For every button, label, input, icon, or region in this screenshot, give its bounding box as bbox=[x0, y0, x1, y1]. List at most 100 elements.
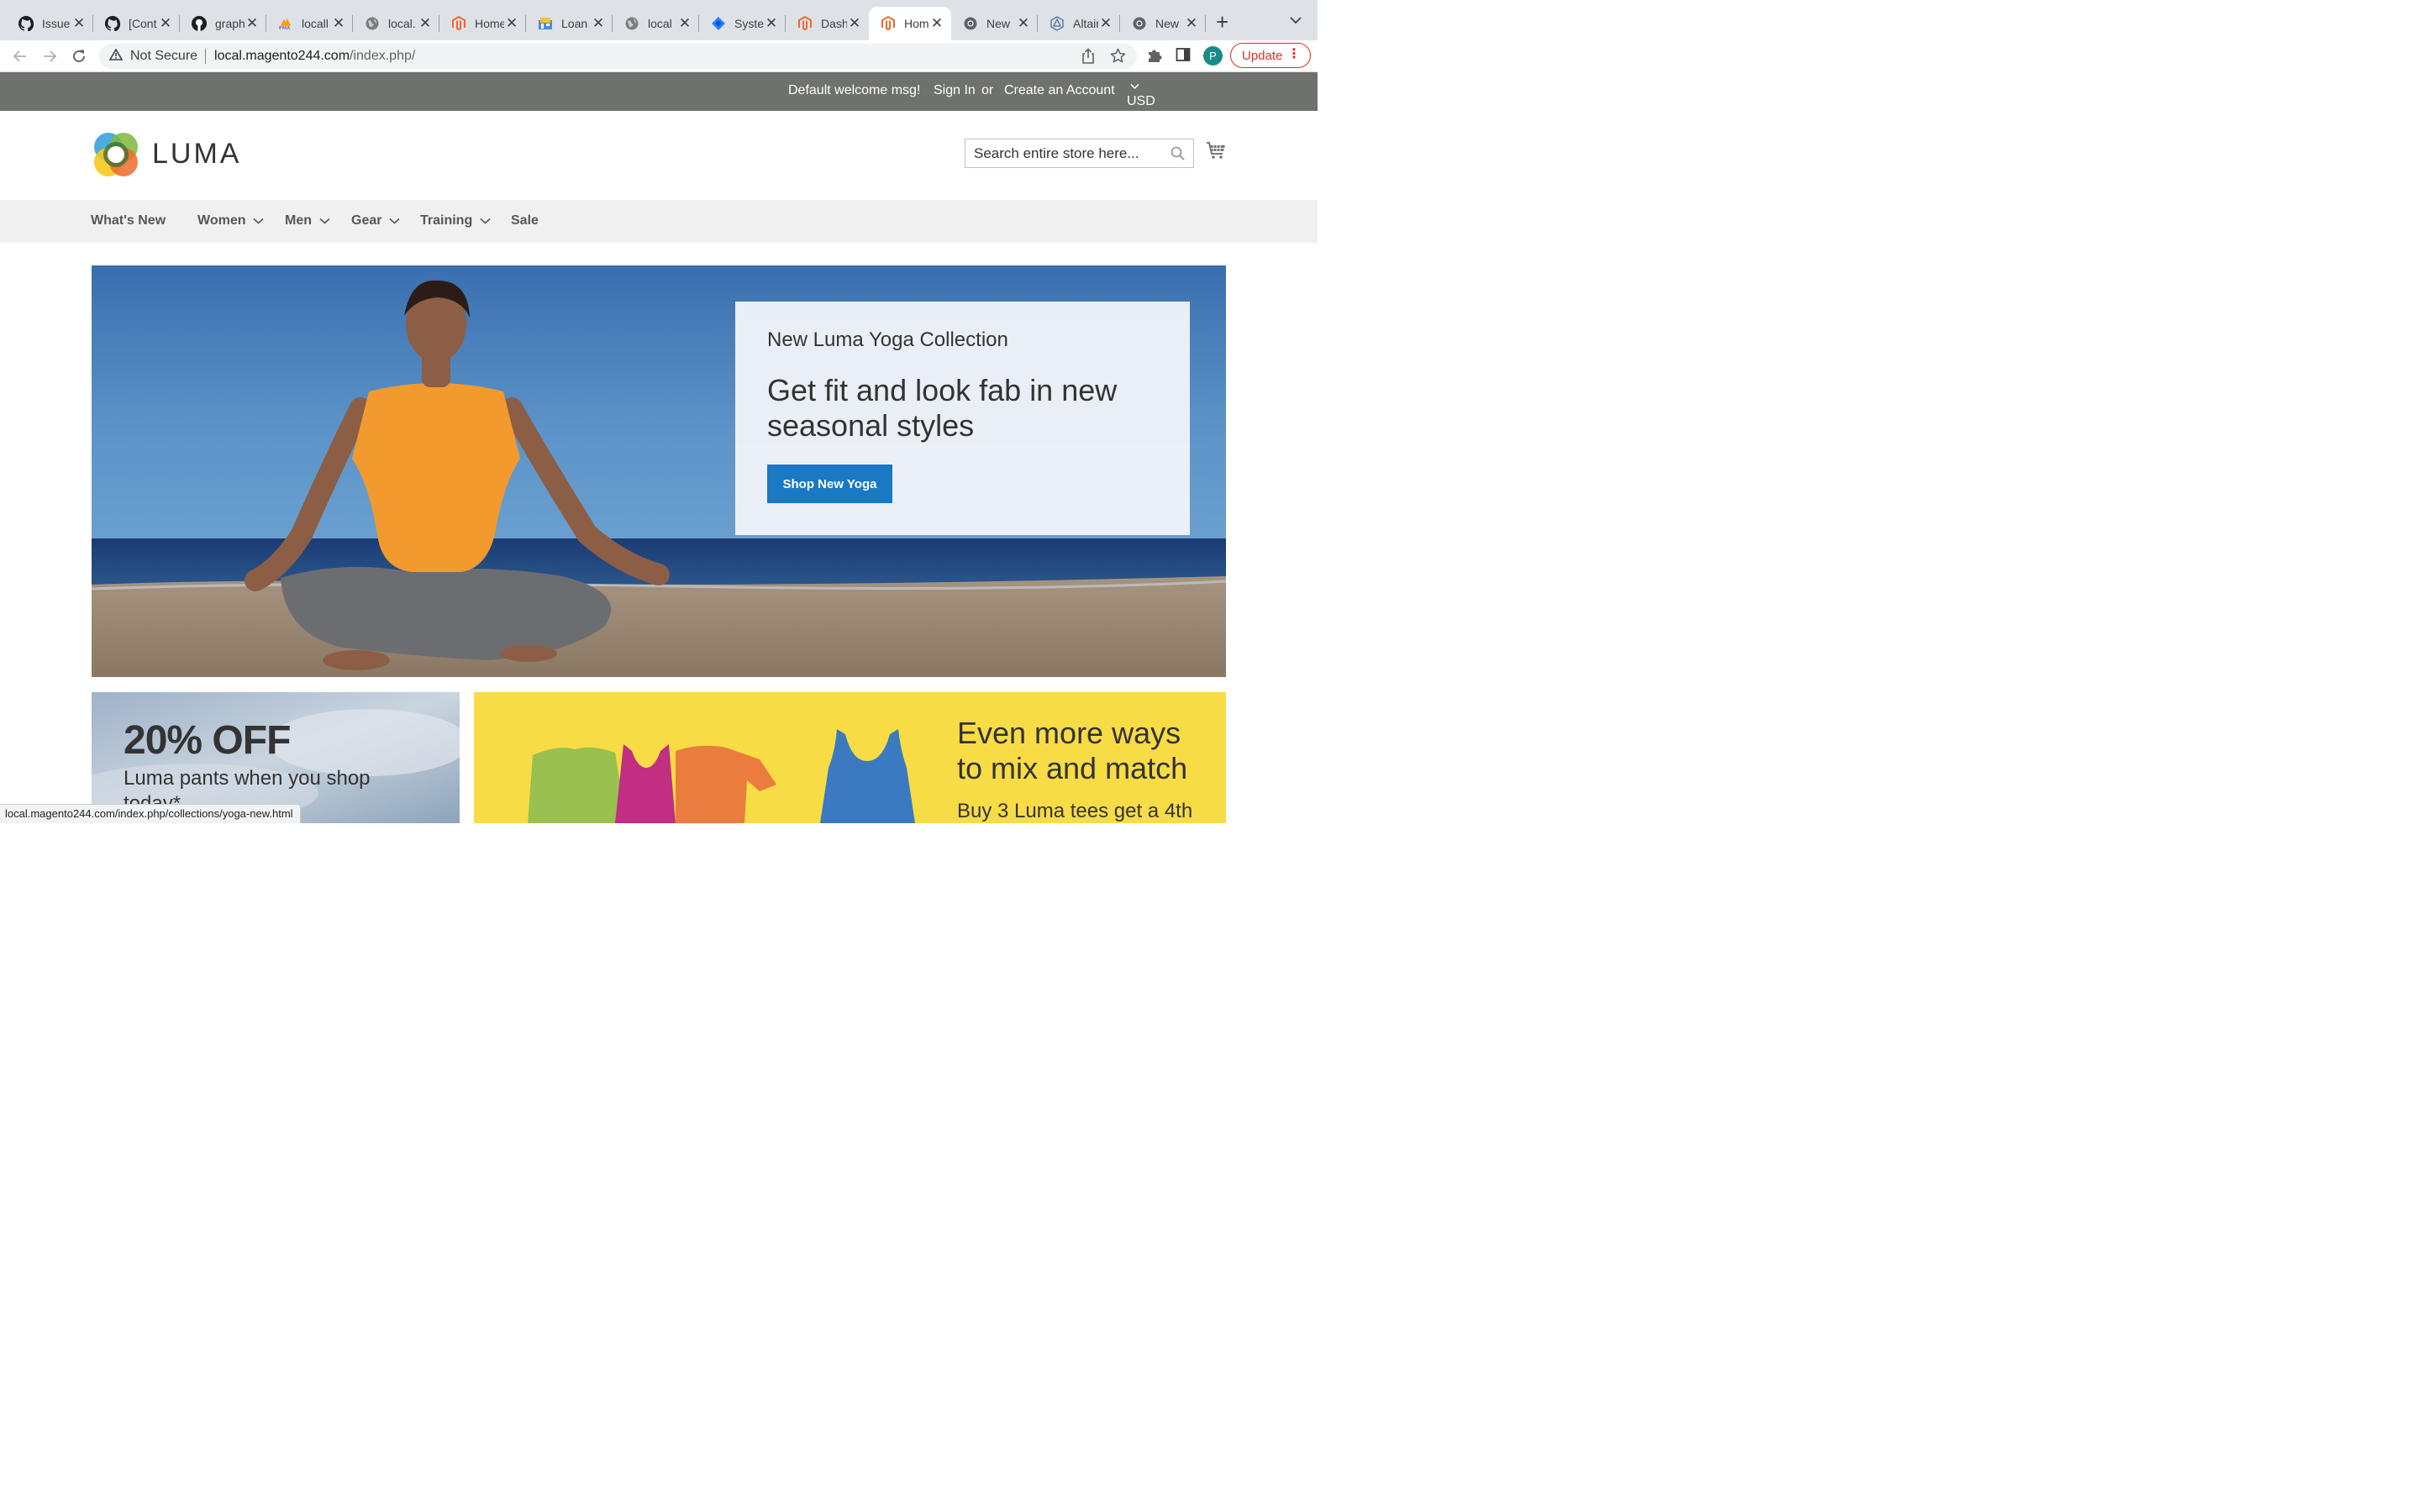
tab-title: Loan bbox=[561, 17, 588, 30]
side-panel-icon[interactable] bbox=[1176, 47, 1191, 66]
nav-item-gear[interactable]: Gear bbox=[351, 213, 401, 228]
create-account-link[interactable]: Create an Account bbox=[1004, 83, 1115, 98]
browser-tab[interactable]: Issue ✕ bbox=[7, 7, 93, 40]
chevron-down-icon bbox=[319, 218, 330, 224]
chevron-down-icon bbox=[480, 218, 491, 224]
tab-title: local. bbox=[388, 17, 416, 30]
tab-title: local bbox=[648, 17, 672, 30]
hero-subtitle: New Luma Yoga Collection bbox=[767, 328, 1008, 351]
tab-title: Dash bbox=[821, 17, 847, 30]
browser-tab[interactable]: Loan ✕ bbox=[526, 7, 613, 40]
or-text: or bbox=[981, 83, 994, 97]
browser-tab[interactable]: New ✕ bbox=[1120, 7, 1206, 40]
tab-title: New bbox=[986, 17, 1011, 30]
browser-tab[interactable]: New ✕ bbox=[951, 7, 1038, 40]
browser-tab[interactable]: Syste ✕ bbox=[699, 7, 786, 40]
browser-tab[interactable]: local ✕ bbox=[613, 7, 699, 40]
share-icon[interactable] bbox=[1081, 48, 1096, 69]
magento-icon bbox=[451, 16, 466, 31]
hero-banner[interactable]: New Luma Yoga Collection Get fit and loo… bbox=[92, 265, 1226, 677]
nav-label: Women bbox=[197, 213, 246, 228]
close-tab-icon[interactable]: ✕ bbox=[418, 15, 433, 32]
kebab-menu-icon[interactable]: ⋮ bbox=[1287, 48, 1301, 61]
store-top-panel: Default welcome msg! Sign In or Create a… bbox=[0, 72, 1318, 139]
luma-logo-text[interactable]: LUMA bbox=[152, 138, 241, 171]
nav-item-women[interactable]: Women bbox=[197, 213, 265, 228]
reload-icon[interactable] bbox=[68, 45, 90, 67]
browser-tab[interactable]: Dash ✕ bbox=[786, 7, 869, 40]
close-tab-icon[interactable]: ✕ bbox=[929, 15, 944, 32]
hero-promo-card: New Luma Yoga Collection Get fit and loo… bbox=[735, 302, 1190, 535]
browser-toolbar: Not Secure local.magento244.com/index.ph… bbox=[0, 40, 1318, 72]
back-arrow-icon[interactable] bbox=[9, 45, 31, 67]
browser-tab[interactable]: local. ✕ bbox=[353, 7, 439, 40]
chevron-down-icon bbox=[1130, 83, 1139, 90]
nav-item-sale[interactable]: Sale bbox=[511, 213, 539, 228]
currency-switcher[interactable]: USD - US Dollar bbox=[1127, 83, 1162, 139]
update-button[interactable]: Update ⋮ bbox=[1230, 43, 1311, 68]
tees-promo-title: Even more ways to mix and match bbox=[957, 716, 1188, 785]
store-header: LUMA bbox=[0, 111, 1318, 200]
url-path: /index.php/ bbox=[350, 49, 416, 63]
search-input[interactable] bbox=[965, 139, 1163, 167]
close-tab-icon[interactable]: ✕ bbox=[245, 15, 260, 32]
tab-title: [Cont bbox=[129, 17, 157, 30]
close-tab-icon[interactable]: ✕ bbox=[591, 15, 606, 32]
browser-tab-active[interactable]: Home ✕ bbox=[869, 7, 951, 40]
browser-tab[interactable]: PMA locall ✕ bbox=[266, 7, 353, 40]
chrome-icon bbox=[963, 16, 978, 31]
warning-triangle-icon[interactable] bbox=[108, 47, 124, 65]
nav-label: Gear bbox=[351, 213, 382, 228]
nav-item-men[interactable]: Men bbox=[285, 213, 330, 228]
search-icon[interactable] bbox=[1171, 146, 1185, 165]
browser-tab[interactable]: Home ✕ bbox=[439, 7, 526, 40]
chrome-icon bbox=[1132, 16, 1147, 31]
tab-title: locall bbox=[302, 17, 329, 30]
browser-tab-strip: Issue ✕ [Cont ✕ graph ✕ PMA locall ✕ loc… bbox=[0, 0, 1318, 40]
close-tab-icon[interactable]: ✕ bbox=[677, 15, 692, 32]
close-tab-icon[interactable]: ✕ bbox=[764, 15, 779, 32]
tab-title: graph bbox=[215, 17, 245, 30]
extensions-puzzle-icon[interactable] bbox=[1146, 47, 1163, 68]
close-tab-icon[interactable]: ✕ bbox=[158, 15, 173, 32]
nav-label: Training bbox=[420, 213, 473, 228]
profile-avatar[interactable]: P bbox=[1203, 46, 1223, 66]
close-tab-icon[interactable]: ✕ bbox=[847, 15, 862, 32]
close-tab-icon[interactable]: ✕ bbox=[1098, 15, 1113, 32]
hero-headline: Get fit and look fab in new seasonal sty… bbox=[767, 373, 1118, 443]
magento-icon bbox=[881, 16, 896, 31]
security-label[interactable]: Not Secure bbox=[130, 49, 197, 64]
tees-promo-text: Buy 3 Luma tees get a 4th bbox=[957, 800, 1193, 822]
address-bar[interactable]: Not Secure local.magento244.com/index.ph… bbox=[99, 44, 1137, 69]
tab-title: Issue bbox=[42, 17, 71, 30]
browser-tab[interactable]: graph ✕ bbox=[180, 7, 266, 40]
diamond-icon bbox=[711, 16, 726, 31]
forward-arrow-icon[interactable] bbox=[39, 45, 60, 67]
shop-new-yoga-button[interactable]: Shop New Yoga bbox=[767, 465, 892, 503]
close-tab-icon[interactable]: ✕ bbox=[331, 15, 346, 32]
browser-tab[interactable]: Altair ✕ bbox=[1038, 7, 1120, 40]
luma-logo-icon[interactable] bbox=[91, 129, 141, 180]
tab-title: Altair bbox=[1073, 17, 1098, 30]
pants-promo-title: 20% OFF bbox=[124, 718, 291, 763]
tab-search-chevron-icon[interactable] bbox=[1290, 13, 1302, 29]
loan-icon bbox=[538, 16, 553, 31]
welcome-message: Default welcome msg! bbox=[788, 83, 921, 97]
github-icon bbox=[105, 16, 120, 31]
sign-in-link[interactable]: Sign In bbox=[934, 83, 976, 98]
close-tab-icon[interactable]: ✕ bbox=[504, 15, 519, 32]
tab-title: New bbox=[1155, 17, 1180, 30]
new-tab-icon[interactable]: + bbox=[1216, 11, 1228, 33]
tees-promo-block[interactable]: Even more ways to mix and match Buy 3 Lu… bbox=[474, 692, 1226, 823]
github-icon bbox=[192, 16, 207, 31]
bookmark-star-icon[interactable] bbox=[1110, 48, 1126, 68]
close-tab-icon[interactable]: ✕ bbox=[1016, 15, 1031, 32]
close-tab-icon[interactable]: ✕ bbox=[1184, 15, 1199, 32]
cart-icon[interactable] bbox=[1206, 141, 1226, 164]
nav-item-whats-new[interactable]: What's New bbox=[91, 213, 166, 228]
store-search bbox=[965, 139, 1194, 168]
close-tab-icon[interactable]: ✕ bbox=[71, 15, 87, 32]
url-host: local.magento244.com bbox=[214, 49, 350, 63]
browser-tab[interactable]: [Cont ✕ bbox=[93, 7, 180, 40]
nav-item-training[interactable]: Training bbox=[420, 213, 491, 228]
